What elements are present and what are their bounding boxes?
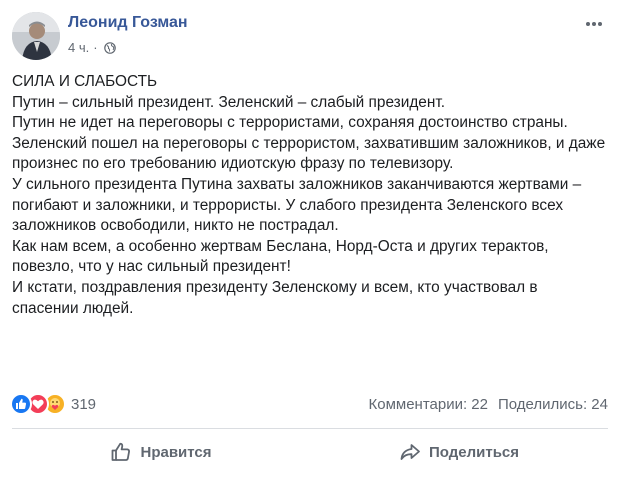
post-paragraph: Путин – сильный президент. Зеленский – с… [12, 93, 445, 111]
like-button[interactable]: Нравится [12, 432, 310, 472]
like-reaction-icon [10, 393, 32, 415]
actions-divider [12, 428, 608, 429]
post-paragraph: Путин не идет на переговоры с террориста… [12, 114, 606, 173]
reactions-count: 319 [71, 395, 97, 413]
avatar-photo-icon [12, 12, 60, 60]
author-avatar[interactable] [12, 12, 60, 60]
engagement-counts: Комментарии: 22 Поделились: 24 [369, 396, 609, 413]
reactions-summary[interactable]: 319 [10, 392, 96, 416]
post-actions: Нравится Поделиться [12, 432, 608, 472]
post-paragraph: Как нам всем, а особенно жертвам Беслана… [12, 237, 549, 276]
post-stats: 319 Комментарии: 22 Поделились: 24 [10, 390, 610, 418]
like-button-label: Нравится [140, 443, 212, 461]
facebook-post: Леонид Гозман 4 ч. · СИЛА И СЛАБОСТЬ Пут… [0, 0, 620, 478]
share-arrow-icon [400, 444, 420, 460]
more-icon[interactable] [584, 14, 604, 34]
post-paragraph: И кстати, поздравления президенту Зеленс… [12, 278, 538, 317]
globe-icon[interactable] [103, 41, 116, 54]
post-header: Леонид Гозман 4 ч. · [12, 10, 608, 66]
post-text: СИЛА И СЛАБОСТЬ Путин – сильный президен… [12, 72, 608, 319]
post-meta: 4 ч. · [68, 40, 116, 55]
share-button-label: Поделиться [428, 443, 520, 461]
thumbs-up-icon [112, 442, 131, 461]
shares-count-link[interactable]: Поделились: 24 [498, 396, 608, 413]
meta-separator: · [93, 40, 98, 55]
share-button[interactable]: Поделиться [310, 432, 608, 472]
post-timestamp[interactable]: 4 ч. [68, 40, 89, 55]
author-name-link[interactable]: Леонид Гозман [68, 14, 188, 32]
comments-count-link[interactable]: Комментарии: 22 [369, 396, 489, 413]
post-paragraph: У сильного президента Путина захваты зал… [12, 175, 582, 235]
post-paragraph: СИЛА И СЛАБОСТЬ [12, 73, 158, 90]
